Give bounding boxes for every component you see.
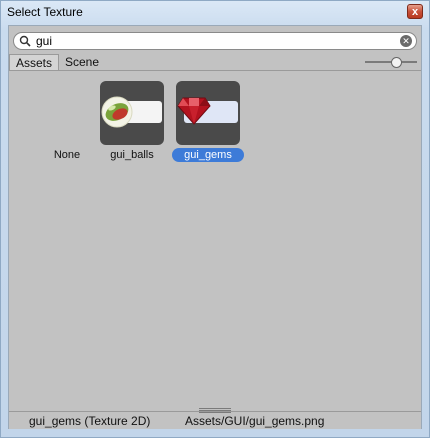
search-input[interactable] [36, 33, 386, 49]
slider-thumb[interactable] [391, 57, 402, 68]
tab-scene[interactable]: Scene [59, 54, 105, 70]
asset-label: None [53, 149, 81, 161]
asset-label: gui_balls [110, 149, 154, 161]
gem-icon [177, 97, 211, 125]
title-bar[interactable]: Select Texture x [1, 1, 429, 23]
close-button[interactable]: x [407, 4, 423, 19]
search-icon [19, 35, 31, 47]
balls-icon [101, 96, 133, 128]
asset-item-gui-balls[interactable]: gui_balls [96, 71, 168, 161]
asset-thumbnail [176, 81, 240, 145]
asset-label: gui_gems [172, 148, 244, 162]
tab-assets[interactable]: Assets [9, 54, 60, 70]
select-texture-window: Select Texture x ✕ Assets Scene [0, 0, 430, 438]
search-field[interactable]: ✕ [13, 32, 417, 50]
asset-grid: None gui_balls gui_gems [9, 71, 421, 409]
asset-thumbnail [100, 81, 164, 145]
selected-asset-path: Assets/GUI/gui_gems.png [185, 414, 325, 428]
asset-item-gui-gems[interactable]: gui_gems [172, 71, 244, 162]
asset-item-none[interactable]: None [31, 71, 103, 161]
clear-search-icon[interactable]: ✕ [400, 35, 412, 47]
selected-asset-info: gui_gems (Texture 2D) [29, 414, 151, 428]
close-icon: x [411, 6, 419, 18]
search-toolbar: ✕ [9, 26, 421, 54]
object-picker-panel: ✕ Assets Scene None [8, 25, 422, 429]
window-title: Select Texture [7, 5, 83, 19]
status-bar: gui_gems (Texture 2D) Assets/GUI/gui_gem… [9, 408, 421, 429]
thumbnail-size-slider[interactable] [365, 57, 417, 68]
tab-bar: Assets Scene [9, 54, 421, 71]
